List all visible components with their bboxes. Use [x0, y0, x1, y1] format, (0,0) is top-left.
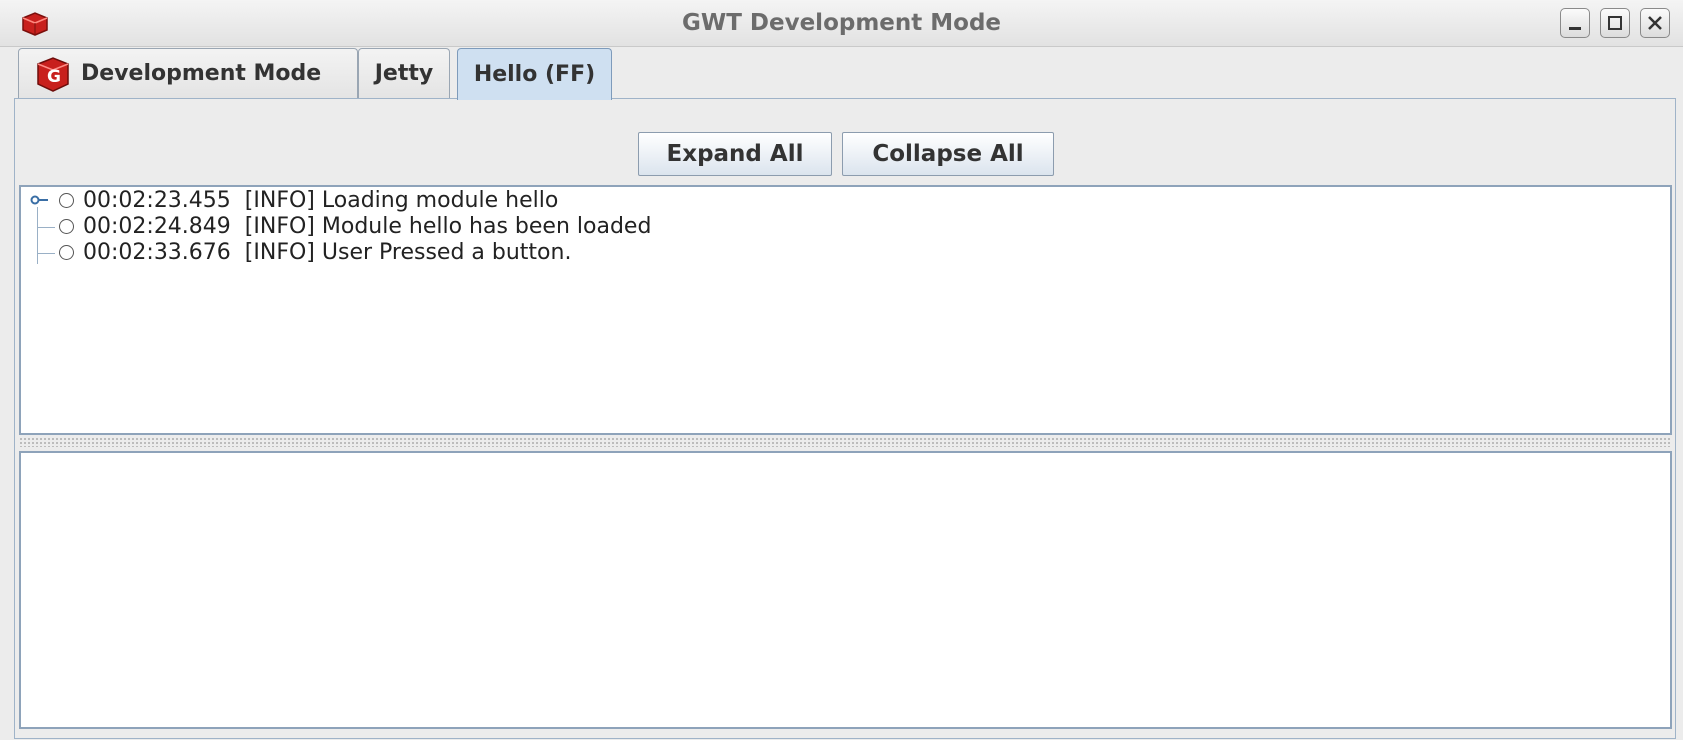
maximize-icon [1608, 16, 1622, 30]
log-time: 00:02:24.849 [83, 214, 231, 239]
minimize-button[interactable] [1560, 8, 1590, 38]
tab-development-mode[interactable]: G Development Mode [18, 48, 358, 98]
log-time: 00:02:33.676 [83, 240, 231, 265]
log-message: Module hello has been loaded [321, 214, 652, 239]
gwt-logo-icon: G [37, 56, 69, 92]
tab-label: Hello (FF) [473, 62, 596, 87]
log-entry[interactable]: 00:02:23.455 [INFO] Loading module hello [21, 188, 1670, 214]
maximize-button[interactable] [1600, 8, 1630, 38]
log-message: Loading module hello [321, 188, 559, 213]
log-level: [INFO] [244, 214, 315, 239]
close-icon [1648, 16, 1662, 30]
split-pane-divider[interactable] [19, 437, 1672, 447]
tab-hello-ff[interactable]: Hello (FF) [457, 48, 612, 100]
log-details-pane[interactable] [19, 451, 1672, 729]
window-title: GWT Development Mode [681, 10, 1002, 36]
close-button[interactable] [1640, 8, 1670, 38]
expand-all-button[interactable]: Expand All [638, 132, 832, 176]
log-message: User Pressed a button. [321, 240, 572, 265]
tab-jetty[interactable]: Jetty [358, 48, 450, 98]
tab-label: Development Mode [81, 61, 322, 86]
tab-label: Jetty [374, 61, 434, 86]
log-node-icon [59, 245, 74, 260]
title-bar: GWT Development Mode [0, 0, 1683, 47]
log-entry[interactable]: 00:02:33.676 [INFO] User Pressed a butto… [21, 240, 1670, 266]
details-text [21, 453, 1670, 465]
log-tree[interactable]: 00:02:23.455 [INFO] Loading module hello… [19, 185, 1672, 435]
collapse-all-button[interactable]: Collapse All [842, 132, 1054, 176]
log-level: [INFO] [244, 240, 315, 265]
svg-text:G: G [47, 67, 61, 87]
log-node-icon [59, 219, 74, 234]
log-node-icon [59, 193, 74, 208]
log-time: 00:02:23.455 [83, 188, 231, 213]
minimize-icon [1569, 27, 1581, 30]
log-entry[interactable]: 00:02:24.849 [INFO] Module hello has bee… [21, 214, 1670, 240]
log-level: [INFO] [244, 188, 315, 213]
